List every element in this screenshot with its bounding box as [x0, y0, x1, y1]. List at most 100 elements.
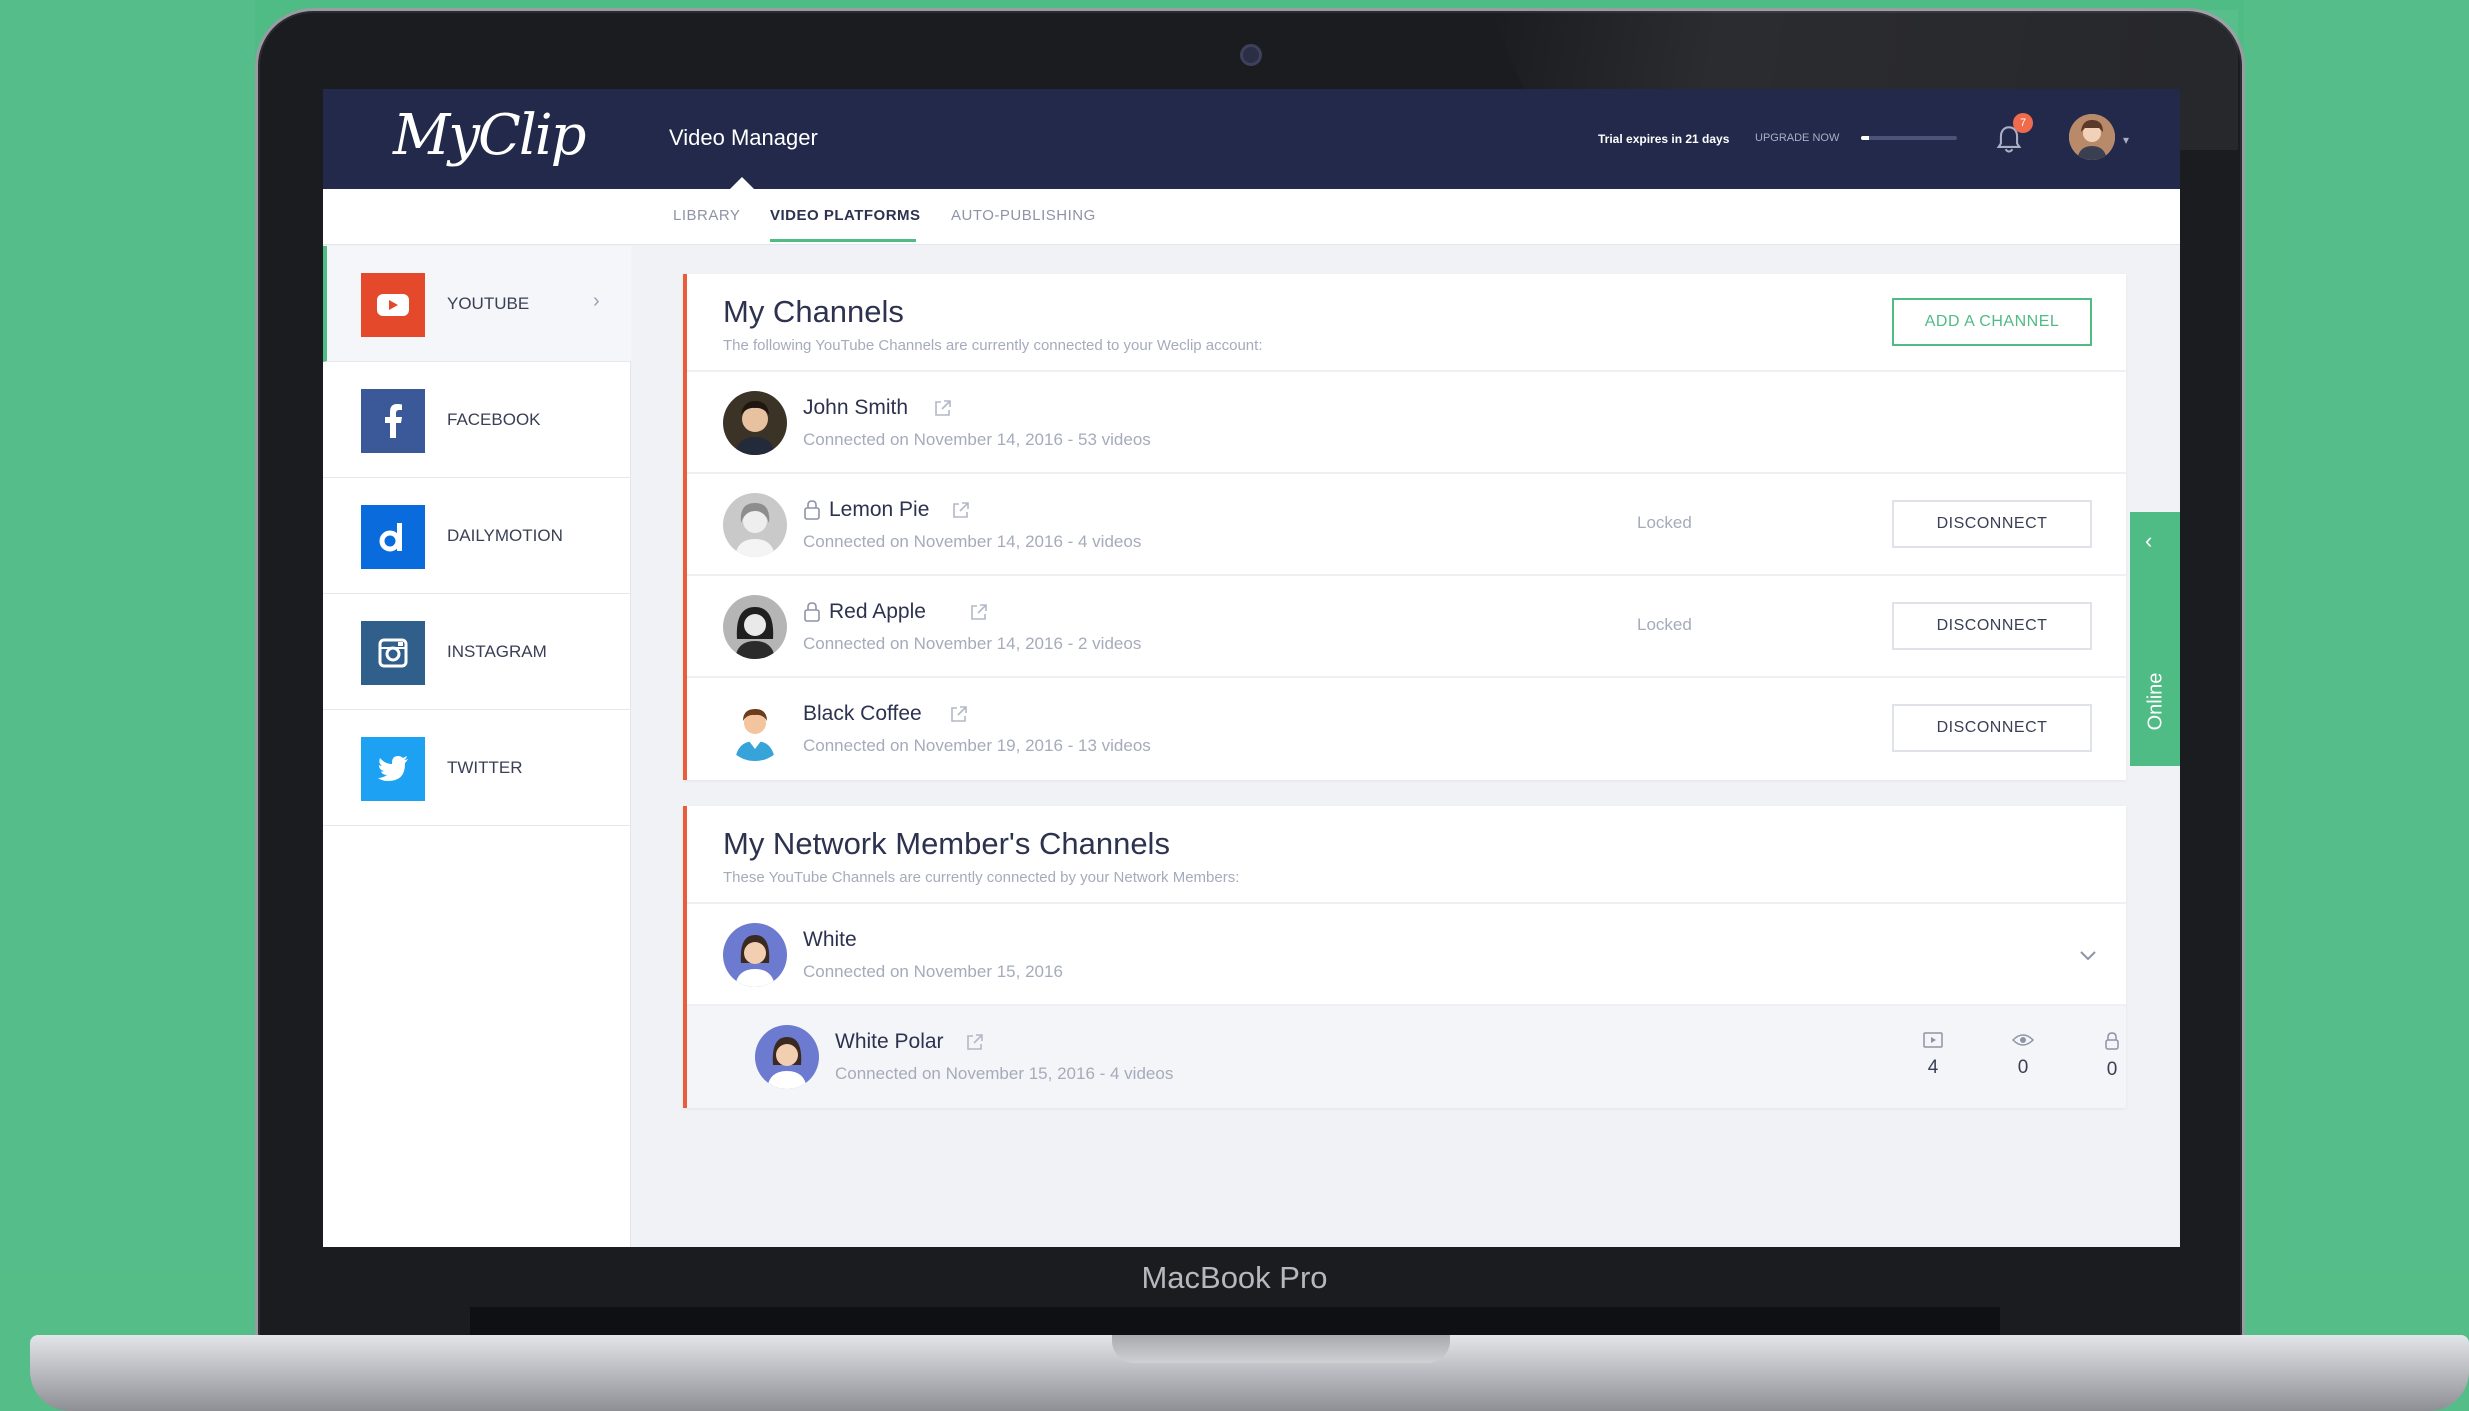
stat-videos: 4 — [1913, 1032, 1953, 1079]
sidebar-item-label: FACEBOOK — [447, 410, 541, 429]
channel-meta: Connected on November 14, 2016 - 4 video… — [803, 532, 1142, 551]
laptop-notch — [1112, 1335, 1450, 1363]
card-title: My Network Member's Channels — [723, 826, 1170, 861]
lock-icon — [804, 500, 820, 520]
active-section-caret — [730, 177, 754, 189]
external-link-icon[interactable] — [949, 704, 969, 724]
external-link-icon[interactable] — [951, 500, 971, 520]
channel-meta: Connected on November 14, 2016 - 2 video… — [803, 634, 1142, 653]
locked-status: Locked — [1637, 615, 1692, 634]
platform-sidebar: YOUTUBE › FACEBOOK DAILYMOTION INSTAGRAM — [323, 246, 631, 1247]
chevron-right-icon: › — [593, 290, 600, 312]
stat-value: 0 — [2106, 1059, 2118, 1080]
online-panel-tab[interactable]: ‹ Online — [2130, 512, 2180, 766]
avatar — [723, 493, 787, 557]
upgrade-link[interactable]: UPGRADE NOW — [1755, 132, 1839, 144]
top-bar: MyClip Video Manager Trial expires in 21… — [323, 89, 2180, 189]
disconnect-button[interactable]: DISCONNECT — [1892, 602, 2092, 650]
channel-meta: Connected on November 15, 2016 - 4 video… — [835, 1064, 1174, 1083]
device-brand-label: MacBook Pro — [1141, 1260, 1328, 1295]
channel-row: Red Apple Connected on November 14, 2016… — [687, 576, 2126, 678]
stat-value: 0 — [2017, 1057, 2029, 1078]
channel-row: John Smith Connected on November 14, 201… — [687, 372, 2126, 474]
tab-auto-publishing[interactable]: AUTO-PUBLISHING — [951, 207, 1096, 224]
chevron-down-icon[interactable] — [2077, 944, 2099, 966]
main-content: My Channels The following YouTube Channe… — [631, 246, 2180, 1247]
user-menu-caret-icon[interactable]: ▾ — [2123, 133, 2129, 147]
sidebar-item-twitter[interactable]: TWITTER — [323, 710, 631, 826]
app-logo[interactable]: MyClip — [393, 103, 586, 168]
locked-status: Locked — [1637, 513, 1692, 532]
dailymotion-icon — [361, 505, 425, 569]
network-channels-card: My Network Member's Channels These YouTu… — [683, 806, 2126, 1108]
lock-icon — [804, 602, 820, 622]
eye-icon — [2011, 1034, 2035, 1046]
notification-badge: 7 — [2013, 113, 2033, 133]
sidebar-item-label: TWITTER — [447, 758, 523, 777]
twitter-icon — [361, 737, 425, 801]
stat-views: 0 — [2003, 1032, 2043, 1079]
app-title[interactable]: Video Manager — [669, 125, 818, 151]
channel-name[interactable]: Red Apple — [829, 600, 926, 624]
add-channel-button[interactable]: ADD A CHANNEL — [1892, 298, 2092, 346]
online-label: Online — [2144, 672, 2167, 731]
chevron-left-icon: ‹ — [2145, 528, 2153, 553]
sidebar-item-label: YOUTUBE — [447, 294, 530, 313]
card-title: My Channels — [723, 294, 904, 329]
tab-video-platforms[interactable]: VIDEO PLATFORMS — [770, 207, 921, 224]
member-row[interactable]: White Connected on November 15, 2016 — [687, 904, 2126, 1006]
card-subtitle: These YouTube Channels are currently con… — [723, 869, 1240, 886]
avatar — [723, 595, 787, 659]
app-screen: MyClip Video Manager Trial expires in 21… — [323, 89, 2180, 1247]
laptop-hinge — [470, 1307, 2000, 1335]
external-link-icon[interactable] — [933, 398, 953, 418]
channel-meta: Connected on November 19, 2016 - 13 vide… — [803, 736, 1151, 755]
sub-channel-row: White Polar Connected on November 15, 20… — [687, 1006, 2126, 1108]
avatar — [723, 697, 787, 761]
card-header: My Network Member's Channels These YouTu… — [687, 806, 2126, 904]
background-panel — [0, 0, 255, 1411]
trial-progress-bar — [1861, 136, 1957, 140]
user-avatar[interactable] — [2069, 114, 2115, 160]
avatar — [723, 923, 787, 987]
channel-name[interactable]: White Polar — [835, 1030, 944, 1054]
active-tab-underline — [770, 239, 916, 242]
laptop-base — [30, 1335, 2469, 1411]
sidebar-item-dailymotion[interactable]: DAILYMOTION — [323, 478, 631, 594]
avatar — [723, 391, 787, 455]
video-icon — [1923, 1032, 1943, 1048]
card-header: My Channels The following YouTube Channe… — [687, 274, 2126, 372]
sidebar-item-label: INSTAGRAM — [447, 642, 547, 661]
disconnect-button[interactable]: DISCONNECT — [1892, 704, 2092, 752]
my-channels-card: My Channels The following YouTube Channe… — [683, 274, 2126, 780]
sidebar-item-instagram[interactable]: INSTAGRAM — [323, 594, 631, 710]
external-link-icon[interactable] — [965, 1032, 985, 1052]
background-panel — [2244, 0, 2469, 1411]
tab-library[interactable]: LIBRARY — [673, 207, 740, 224]
facebook-icon — [361, 389, 425, 453]
member-meta: Connected on November 15, 2016 — [803, 962, 1063, 981]
channel-row: Lemon Pie Connected on November 14, 2016… — [687, 474, 2126, 576]
lock-icon — [2105, 1032, 2119, 1050]
stat-locked: 0 — [2092, 1032, 2132, 1081]
youtube-icon — [361, 273, 425, 337]
sidebar-item-facebook[interactable]: FACEBOOK — [323, 362, 631, 478]
stat-value: 4 — [1927, 1057, 1939, 1078]
channel-name[interactable]: John Smith — [803, 396, 908, 420]
camera — [1240, 44, 1262, 66]
trial-progress-fill — [1861, 136, 1869, 140]
channel-row: Black Coffee Connected on November 19, 2… — [687, 678, 2126, 780]
external-link-icon[interactable] — [969, 602, 989, 622]
channel-name[interactable]: Lemon Pie — [829, 498, 929, 522]
instagram-icon — [361, 621, 425, 685]
sidebar-item-youtube[interactable]: YOUTUBE › — [323, 246, 631, 362]
member-name[interactable]: White — [803, 928, 857, 952]
trial-text: Trial expires in 21 days — [1598, 132, 1730, 146]
sub-navigation: LIBRARY VIDEO PLATFORMS AUTO-PUBLISHING — [323, 189, 2180, 245]
disconnect-button[interactable]: DISCONNECT — [1892, 500, 2092, 548]
avatar — [755, 1025, 819, 1089]
card-subtitle: The following YouTube Channels are curre… — [723, 337, 1263, 354]
channel-meta: Connected on November 14, 2016 - 53 vide… — [803, 430, 1151, 449]
sidebar-item-label: DAILYMOTION — [447, 526, 563, 545]
channel-name[interactable]: Black Coffee — [803, 702, 922, 726]
